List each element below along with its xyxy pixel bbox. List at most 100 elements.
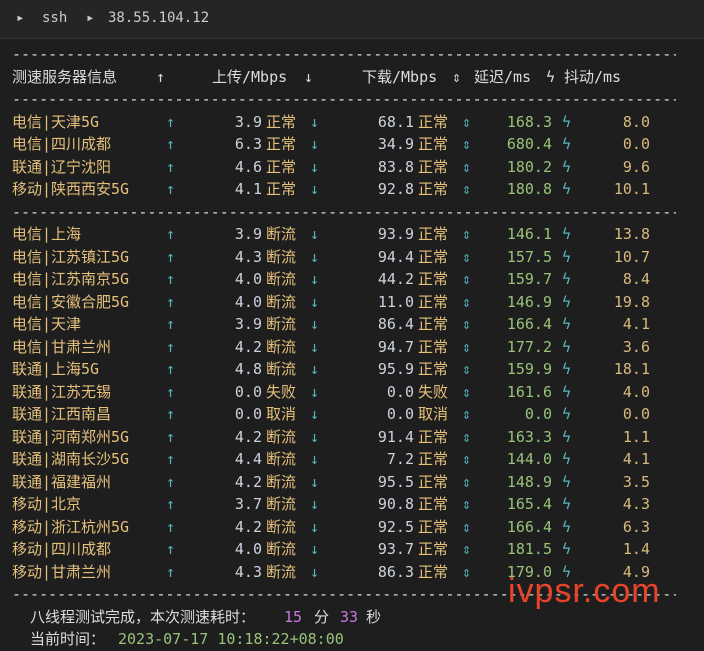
bolt-icon: ϟ [562,315,572,333]
updown-arrow-icon: ⇕ [462,427,472,446]
header-download: 下载/Mbps [362,67,438,86]
upload-value: 0.0 [234,405,262,423]
separator: ----------------------------------------… [12,45,676,63]
latency-value: 166.4 [506,315,552,333]
node-name: 移动|陕西西安5G [12,180,130,198]
table-row: 电信|甘肃兰州 ↑ 4.2 断流 ↓ 94.7 正常 ⇕ 177.2 ϟ 3.6 [0,336,704,358]
node-name: 联通|河南郑州5G [12,427,130,446]
chevron-right-icon: ▸ [86,10,95,26]
bolt-icon: ϟ [562,405,572,423]
up-arrow-icon: ↑ [166,180,176,198]
updown-arrow-icon: ⇕ [462,225,472,243]
up-arrow-icon: ↑ [166,562,176,581]
upload-value: 4.2 [234,337,262,356]
download-status: 正常 [418,495,449,513]
download-status: 正常 [418,427,449,446]
download-value: 95.9 [377,360,414,378]
download-status: 正常 [418,472,449,491]
download-status: 正常 [418,292,449,311]
updown-arrow-icon: ⇕ [462,517,472,536]
ssh-label[interactable]: ssh [42,10,67,26]
minutes-value: 15 [284,607,303,626]
upload-status: 正常 [266,135,297,153]
jitter-value: 0.0 [622,405,650,423]
jitter-value: 4.1 [622,450,650,468]
bolt-icon: ϟ [562,540,572,558]
download-status: 正常 [418,360,449,378]
table-row: 联通|辽宁沈阳 ↑ 4.6 正常 ↓ 83.8 正常 ⇕ 180.2 ϟ 9.6 [0,156,704,178]
node-name: 移动|四川成都 [12,540,112,558]
up-arrow-icon: ↑ [166,495,176,513]
table-row: 联通|福建福州 ↑ 4.2 断流 ↓ 95.5 正常 ⇕ 148.9 ϟ 3.5 [0,471,704,493]
updown-arrow-icon: ⇕ [462,540,472,558]
download-value: 92.8 [377,180,414,198]
latency-value: 166.4 [506,517,552,536]
up-arrow-icon: ↑ [166,472,176,491]
bolt-icon: ϟ [562,292,572,311]
header-node: 测速服务器信息 [12,67,118,86]
download-value: 86.3 [377,562,414,581]
download-value: 94.7 [377,337,414,356]
updown-arrow-icon: ⇕ [452,67,462,86]
jitter-value: 1.4 [622,540,650,558]
upload-status: 断流 [266,450,297,468]
down-arrow-icon: ↓ [310,405,320,423]
node-name: 移动|甘肃兰州 [12,562,112,581]
upload-value: 4.8 [234,360,262,378]
table-row: 电信|江苏南京5G ↑ 4.0 断流 ↓ 44.2 正常 ⇕ 159.7 ϟ 8.4 [0,268,704,290]
download-value: 34.9 [377,135,414,153]
bolt-icon: ϟ [562,472,572,491]
upload-status: 正常 [266,157,297,176]
latency-value: 680.4 [506,135,552,153]
updown-arrow-icon: ⇕ [462,270,472,288]
down-arrow-icon: ↓ [310,270,320,288]
jitter-value: 18.1 [613,360,650,378]
download-status: 正常 [418,270,449,288]
jitter-value: 8.0 [622,112,650,131]
time-value: 2023-07-17 10:18:22+08:00 [118,630,344,648]
jitter-value: 10.1 [613,180,650,198]
download-status: 正常 [418,517,449,536]
latency-value: 146.9 [506,292,552,311]
upload-value: 4.2 [234,427,262,446]
table-row: 电信|四川成都 ↑ 6.3 正常 ↓ 34.9 正常 ⇕ 680.4 ϟ 0.0 [0,133,704,155]
time-label: 当前时间： [30,630,106,648]
table-row: 联通|河南郑州5G ↑ 4.2 断流 ↓ 91.4 正常 ⇕ 163.3 ϟ 1.1 [0,426,704,448]
up-arrow-icon: ↑ [166,427,176,446]
download-status: 失败 [418,382,449,401]
latency-value: 159.7 [506,270,552,288]
down-arrow-icon: ↓ [310,225,320,243]
upload-value: 4.4 [234,450,262,468]
up-arrow-icon: ↑ [166,247,176,266]
node-name: 电信|甘肃兰州 [12,337,112,356]
upload-value: 4.0 [234,270,262,288]
bolt-icon: ϟ [562,517,572,536]
down-arrow-icon: ↓ [304,67,314,86]
down-arrow-icon: ↓ [310,247,320,266]
terminal-output[interactable]: ----------------------------------------… [0,39,704,651]
header-jitter: 抖动/ms [564,67,622,86]
download-value: 68.1 [377,112,414,131]
table-row: 联通|上海5G ↑ 4.8 断流 ↓ 95.9 正常 ⇕ 159.9 ϟ 18.1 [0,358,704,380]
download-value: 93.9 [377,225,414,243]
host-label[interactable]: 38.55.104.12 [108,10,209,26]
separator: ----------------------------------------… [12,202,676,221]
latency-value: 180.2 [506,157,552,176]
up-arrow-icon: ↑ [166,157,176,176]
table-row: 电信|上海 ↑ 3.9 断流 ↓ 93.9 正常 ⇕ 146.1 ϟ 13.8 [0,223,704,245]
jitter-value: 4.1 [622,315,650,333]
upload-value: 4.3 [234,247,262,266]
download-status: 正常 [418,247,449,266]
upload-status: 断流 [266,472,297,491]
node-name: 电信|江苏镇江5G [12,247,130,266]
updown-arrow-icon: ⇕ [462,247,472,266]
download-status: 正常 [418,562,449,581]
updown-arrow-icon: ⇕ [462,472,472,491]
node-name: 电信|安徽合肥5G [12,292,130,311]
updown-arrow-icon: ⇕ [462,180,472,198]
separator-row: ----------------------------------------… [0,201,704,223]
download-status: 取消 [418,405,449,423]
down-arrow-icon: ↓ [310,472,320,491]
upload-value: 4.0 [234,292,262,311]
upload-status: 失败 [266,382,297,401]
